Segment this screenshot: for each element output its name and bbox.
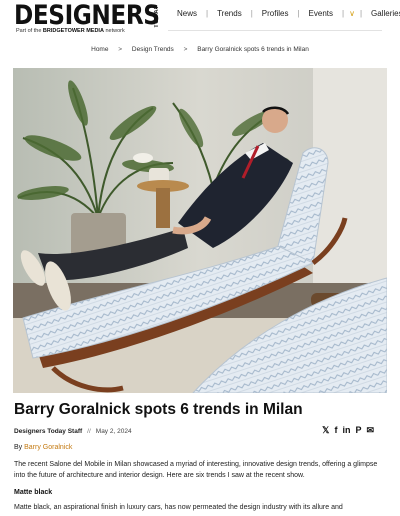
nav-item-news[interactable]: News: [168, 9, 206, 18]
pinterest-icon[interactable]: P: [355, 425, 361, 435]
linkedin-icon[interactable]: in: [342, 425, 350, 435]
article-title: Barry Goralnick spots 6 trends in Milan: [14, 401, 303, 418]
byline-author-link[interactable]: Barry Goralnick: [24, 444, 72, 451]
nav-divider-line: [168, 30, 382, 31]
email-icon[interactable]: ✉: [366, 425, 374, 435]
breadcrumb-design-trends[interactable]: Design Trends: [132, 46, 174, 53]
main-nav: News | Trends | Profiles | Events | ∨ | …: [168, 6, 400, 20]
article-body: Matte black, an aspirational finish in l…: [14, 504, 343, 511]
nav-item-trends[interactable]: Trends: [208, 9, 251, 18]
byline: By Barry Goralnick: [14, 444, 72, 451]
byline-prefix: By: [14, 444, 23, 451]
breadcrumb: Home > Design Trends > Barry Goralnick s…: [0, 46, 400, 53]
breadcrumb-current: Barry Goralnick spots 6 trends in Milan: [197, 46, 309, 53]
breadcrumb-home[interactable]: Home: [91, 46, 108, 53]
x-icon[interactable]: 𝕏: [322, 425, 329, 435]
chevron-down-icon[interactable]: ∨: [344, 9, 360, 18]
hero-photo-illustration: [13, 68, 387, 393]
logo-network-name: BRIDGETOWER MEDIA: [42, 28, 104, 34]
hero-photo[interactable]: [13, 68, 387, 393]
nav-item-profiles[interactable]: Profiles: [253, 9, 298, 18]
article-date: May 2, 2024: [95, 428, 132, 435]
logo-partof-text: Part of the: [16, 28, 42, 34]
facebook-icon[interactable]: f: [334, 425, 337, 435]
logo-network-line: Part of the BRIDGETOWER MEDIA network: [16, 28, 125, 34]
share-bar: 𝕏 f in P ✉: [322, 425, 374, 435]
nav-item-galleries[interactable]: Galleries: [362, 9, 400, 18]
breadcrumb-separator: >: [118, 46, 123, 53]
site-header: DESIGNERS TODAY Part of the BRIDGETOWER …: [0, 0, 400, 42]
nav-item-events[interactable]: Events: [300, 9, 342, 18]
logo-today: TODAY: [154, 5, 160, 28]
section-heading: Matte black: [14, 489, 53, 496]
meta-separator: //: [87, 428, 91, 435]
breadcrumb-separator: >: [183, 46, 188, 53]
site-logo[interactable]: DESIGNERS TODAY Part of the BRIDGETOWER …: [14, 2, 166, 36]
logo-wordmark: DESIGNERS: [14, 0, 160, 31]
logo-network-suffix: network: [105, 28, 125, 34]
article-author[interactable]: Designers Today Staff: [14, 428, 82, 435]
article-meta: Designers Today Staff // May 2, 2024: [14, 428, 132, 435]
article-intro: The recent Salone del Mobile in Milan sh…: [14, 461, 378, 479]
